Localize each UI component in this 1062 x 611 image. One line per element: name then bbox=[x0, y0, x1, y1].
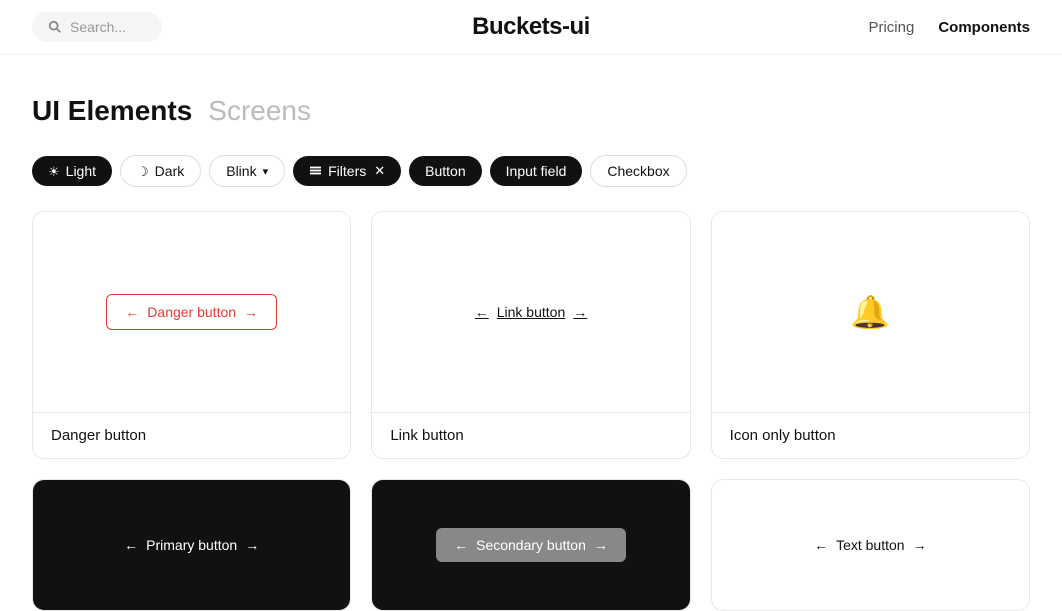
card-icon-only-button-preview: 🔔 bbox=[712, 212, 1029, 412]
link-button-demo-label: Link button bbox=[497, 304, 566, 320]
arrow-left-icon bbox=[125, 304, 139, 320]
card-danger-button-label: Danger button bbox=[33, 412, 350, 458]
secondary-button-demo-label: Secondary button bbox=[476, 537, 586, 553]
card-primary-button-preview: Primary button bbox=[33, 480, 350, 610]
filter-chip-input-field-label: Input field bbox=[506, 163, 567, 179]
arrow-right-icon-4 bbox=[594, 537, 608, 553]
search-icon bbox=[48, 20, 62, 34]
chevron-down-icon: ▾ bbox=[263, 165, 269, 178]
filter-chip-input-field[interactable]: Input field bbox=[490, 156, 583, 186]
filter-chip-filters[interactable]: Filters ✕ bbox=[293, 156, 401, 186]
card-text-button-preview: Text button bbox=[712, 480, 1029, 610]
arrow-left-icon-5 bbox=[814, 537, 828, 553]
filter-chip-checkbox[interactable]: Checkbox bbox=[590, 155, 686, 187]
filter-chip-blink[interactable]: Blink ▾ bbox=[209, 155, 285, 187]
header: Search... Buckets-ui Pricing Components bbox=[0, 0, 1062, 55]
arrow-left-icon-3 bbox=[124, 537, 138, 553]
secondary-button-demo[interactable]: Secondary button bbox=[436, 528, 626, 562]
nav-components[interactable]: Components bbox=[938, 19, 1030, 36]
filter-chip-button[interactable]: Button bbox=[409, 156, 481, 186]
filter-bar: ☀ Light ☽ Dark Blink ▾ Filters ✕ Button … bbox=[0, 143, 1062, 211]
nav-links: Pricing Components bbox=[868, 19, 1030, 36]
filter-chip-filters-label: Filters bbox=[328, 163, 366, 179]
card-secondary-button: Secondary button bbox=[371, 479, 690, 611]
card-text-button: Text button bbox=[711, 479, 1030, 611]
page-title-main: UI Elements bbox=[32, 95, 192, 127]
arrow-right-icon bbox=[244, 304, 258, 320]
page-title-secondary[interactable]: Screens bbox=[208, 95, 311, 127]
text-button-demo-label: Text button bbox=[836, 537, 905, 553]
nav-pricing[interactable]: Pricing bbox=[868, 19, 914, 36]
card-icon-only-button: 🔔 Icon only button bbox=[711, 211, 1030, 459]
sun-icon: ☀ bbox=[48, 165, 60, 178]
card-secondary-button-preview: Secondary button bbox=[372, 480, 689, 610]
card-link-button-preview: Link button bbox=[372, 212, 689, 412]
danger-button-demo[interactable]: Danger button bbox=[106, 294, 277, 330]
filter-chip-light[interactable]: ☀ Light bbox=[32, 156, 112, 186]
site-logo: Buckets-ui bbox=[472, 13, 590, 41]
card-link-button-label: Link button bbox=[372, 412, 689, 458]
arrow-right-icon-3 bbox=[245, 537, 259, 553]
filter-chip-checkbox-label: Checkbox bbox=[607, 163, 669, 179]
filters-icon bbox=[309, 164, 322, 179]
link-button-demo[interactable]: Link button bbox=[475, 304, 588, 320]
card-danger-button: Danger button Danger button bbox=[32, 211, 351, 459]
card-grid: Danger button Danger button Link button … bbox=[0, 211, 1062, 611]
primary-button-demo-label: Primary button bbox=[146, 537, 237, 553]
bell-icon: 🔔 bbox=[850, 294, 890, 330]
page-title-area: UI Elements Screens bbox=[0, 55, 1062, 143]
filter-chip-light-label: Light bbox=[66, 163, 96, 179]
filter-chip-dark-label: Dark bbox=[155, 163, 185, 179]
search-placeholder: Search... bbox=[70, 19, 126, 35]
card-danger-button-preview: Danger button bbox=[33, 212, 350, 412]
filter-chip-blink-label: Blink bbox=[226, 163, 256, 179]
icon-only-button-demo[interactable]: 🔔 bbox=[850, 296, 890, 328]
danger-button-demo-label: Danger button bbox=[147, 304, 236, 320]
arrow-right-icon-5 bbox=[913, 537, 927, 553]
filter-chip-dark[interactable]: ☽ Dark bbox=[120, 155, 201, 187]
arrow-right-icon-2 bbox=[573, 304, 587, 320]
filter-chip-button-label: Button bbox=[425, 163, 465, 179]
card-link-button: Link button Link button bbox=[371, 211, 690, 459]
search-bar[interactable]: Search... bbox=[32, 12, 162, 42]
moon-icon: ☽ bbox=[137, 165, 149, 178]
primary-button-demo[interactable]: Primary button bbox=[106, 528, 277, 562]
text-button-demo[interactable]: Text button bbox=[814, 537, 927, 553]
arrow-left-icon-2 bbox=[475, 304, 489, 320]
card-primary-button: Primary button bbox=[32, 479, 351, 611]
arrow-left-icon-4 bbox=[454, 537, 468, 553]
close-icon[interactable]: ✕ bbox=[374, 163, 385, 179]
card-icon-only-button-label: Icon only button bbox=[712, 412, 1029, 458]
